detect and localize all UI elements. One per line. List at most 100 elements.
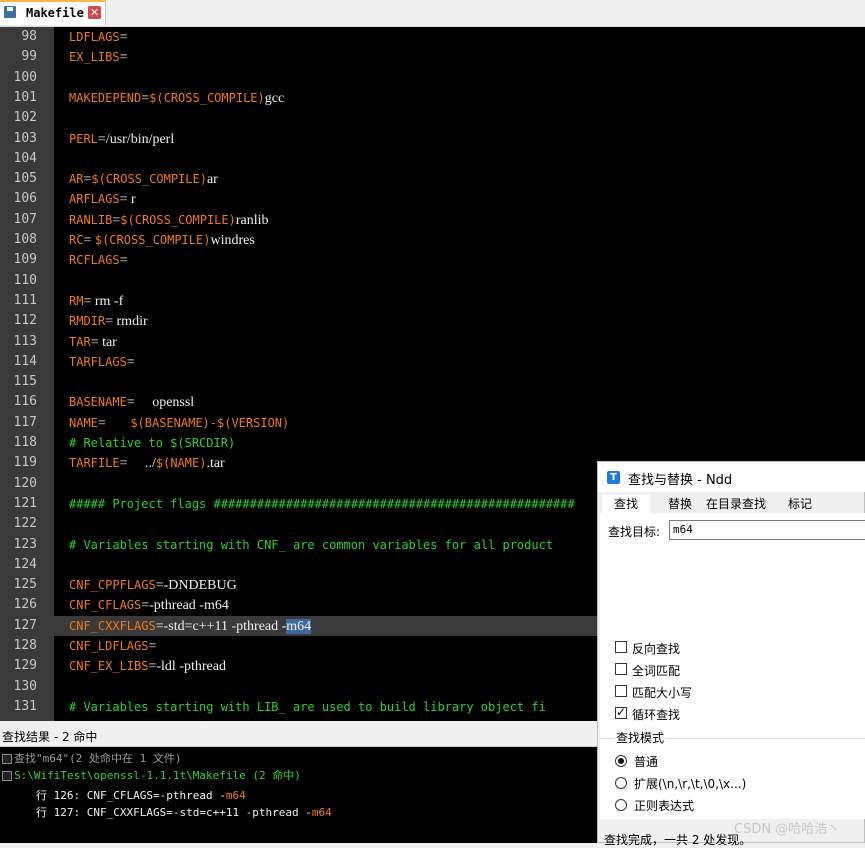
line-number: 127	[13, 617, 37, 633]
code-line[interactable]: 118 # Relative to $(SRCDIR)	[0, 433, 865, 453]
mode-regex-radio[interactable]	[615, 799, 627, 811]
code-line[interactable]: 102	[0, 108, 865, 128]
code-line[interactable]: 100	[0, 68, 865, 88]
dialog-titlebar[interactable]: T 查找与替换 - Ndd	[598, 462, 865, 492]
tab-mark[interactable]: 标记	[785, 495, 815, 513]
code-token: ##### Project flags ####################…	[69, 496, 575, 511]
line-number: 108	[13, 232, 37, 247]
line-number: 106	[13, 191, 37, 207]
line-number: 109	[13, 252, 37, 268]
code-token: $(NAME)	[155, 456, 207, 471]
line-number: 104	[13, 150, 37, 166]
line-number: 103	[13, 130, 37, 146]
line-number: 107	[13, 211, 37, 227]
result-hit[interactable]: 行 127: CNF_CXXFLAGS=-std=c++11 -pthread …	[36, 805, 332, 821]
selected-match: m64	[286, 618, 312, 634]
code-line[interactable]: 113 TAR= tar	[0, 332, 865, 352]
line-number: 101	[13, 89, 37, 105]
code-text: RANLIB=$(CROSS_COMPILE)ranlib	[69, 210, 269, 231]
code-token: CNF_CFLAGS	[69, 598, 142, 613]
reverse-search-checkbox[interactable]	[615, 641, 627, 653]
code-token: gcc	[264, 90, 285, 106]
save-icon[interactable]	[4, 6, 16, 18]
code-line[interactable]: 104	[0, 149, 865, 169]
line-number: 114	[13, 353, 37, 369]
code-line[interactable]: 105 AR=$(CROSS_COMPILE)ar	[0, 169, 865, 189]
code-text: # Variables starting with LIB_ are used …	[69, 697, 546, 718]
tab-find-in-dir[interactable]: 在目录查找	[706, 495, 766, 513]
mode-normal-radio[interactable]	[615, 755, 627, 767]
close-icon[interactable]: ✕	[88, 6, 101, 19]
code-line[interactable]: 116 BASENAME= openssl	[0, 392, 865, 412]
collapse-icon[interactable]	[2, 771, 12, 781]
code-line[interactable]: 108 RC= $(CROSS_COMPILE)windres	[0, 230, 865, 250]
line-number: 119	[13, 455, 37, 471]
code-token: $(CROSS_COMPILE)	[120, 212, 236, 227]
tab-replace[interactable]: 替换	[660, 495, 700, 513]
line-number: 102	[13, 110, 37, 126]
code-token: =	[119, 30, 128, 45]
code-token: $(BASENAME)-$(VERSION)	[130, 415, 290, 430]
app-icon: T	[607, 471, 620, 484]
code-line[interactable]: 98 LDFLAGS=	[0, 27, 865, 47]
code-token: RM	[69, 293, 84, 308]
line-number: 124	[13, 556, 37, 572]
code-line[interactable]: 110	[0, 271, 865, 291]
code-line[interactable]: 111 RM= rm -f	[0, 291, 865, 311]
code-text: TAR= tar	[69, 332, 117, 353]
code-text: CNF_LDFLAGS=	[69, 636, 156, 657]
code-text: MAKEDEPEND=$(CROSS_COMPILE)gcc	[69, 88, 284, 109]
collapse-icon[interactable]	[2, 754, 12, 764]
mode-extended-radio[interactable]	[615, 777, 627, 789]
code-line[interactable]: 101 MAKEDEPEND=$(CROSS_COMPILE)gcc	[0, 88, 865, 108]
dialog-tabs: 查找 替换 在目录查找 标记	[598, 493, 865, 515]
code-token: TARFILE	[69, 456, 120, 471]
code-text: NAME= $(BASENAME)-$(VERSION)	[69, 413, 289, 434]
match-case-checkbox[interactable]	[615, 685, 627, 697]
line-number: 111	[13, 292, 37, 308]
code-token: LDFLAGS	[69, 30, 120, 44]
code-token: = r	[119, 192, 136, 208]
result-hit[interactable]: 行 126: CNF_CFLAGS=-pthread -m64	[36, 788, 246, 804]
results-summary: 查找"m64"(2 处命中在 1 文件)	[14, 752, 182, 765]
code-text: CNF_CPPFLAGS=-DNDEBUG	[69, 575, 237, 596]
code-text: TARFILE= ../$(NAME).tar	[69, 453, 225, 474]
code-text: RMDIR= rmdir	[69, 311, 148, 332]
code-line[interactable]: 103 PERL=/usr/bin/perl	[0, 129, 865, 149]
line-number: 115	[13, 374, 37, 390]
results-file[interactable]: S:\WifiTest\openssl-1.1.1t\Makefile (2 命…	[14, 768, 301, 784]
tab-find[interactable]: 查找	[602, 495, 650, 515]
line-number: 125	[13, 577, 37, 593]
code-line[interactable]: 112 RMDIR= rmdir	[0, 311, 865, 331]
option-label: 全词匹配	[632, 664, 681, 678]
code-line[interactable]: 117 NAME= $(BASENAME)-$(VERSION)	[0, 413, 865, 433]
line-number: 105	[13, 171, 37, 187]
code-text: RC= $(CROSS_COMPILE)windres	[69, 230, 255, 251]
code-token: TARFLAGS	[69, 354, 127, 369]
code-token: NAME	[69, 415, 98, 430]
code-line[interactable]: 99 EX_LIBS=	[0, 47, 865, 67]
code-text: ARFLAGS= r	[69, 189, 136, 210]
line-number: 100	[13, 69, 37, 85]
tab-makefile[interactable]: Makefile ✕	[0, 0, 106, 25]
code-text: # Variables starting with CNF_ are commo…	[69, 535, 553, 556]
code-token: RC	[69, 233, 84, 247]
code-text: LDFLAGS=	[69, 27, 127, 48]
code-token: windres	[210, 233, 255, 248]
code-token: RMDIR	[69, 314, 106, 329]
tab-bar: Makefile ✕	[0, 0, 865, 27]
line-number: 122	[13, 516, 37, 532]
whole-word-checkbox[interactable]	[615, 663, 627, 675]
code-line[interactable]: 107 RANLIB=$(CROSS_COMPILE)ranlib	[0, 210, 865, 230]
line-number: 110	[13, 272, 37, 288]
code-line[interactable]: 115	[0, 372, 865, 392]
find-input[interactable]: m64	[669, 520, 865, 540]
code-token: AR	[69, 172, 84, 187]
code-token: = openssl	[126, 395, 195, 411]
code-text: ##### Project flags ####################…	[69, 494, 575, 515]
wrap-around-checkbox[interactable]	[615, 705, 627, 719]
code-token: # Variables starting with CNF_ are commo…	[69, 537, 554, 552]
code-line[interactable]: 109 RCFLAGS=	[0, 250, 865, 270]
code-line[interactable]: 114 TARFLAGS=	[0, 352, 865, 372]
code-line[interactable]: 106 ARFLAGS= r	[0, 189, 865, 209]
